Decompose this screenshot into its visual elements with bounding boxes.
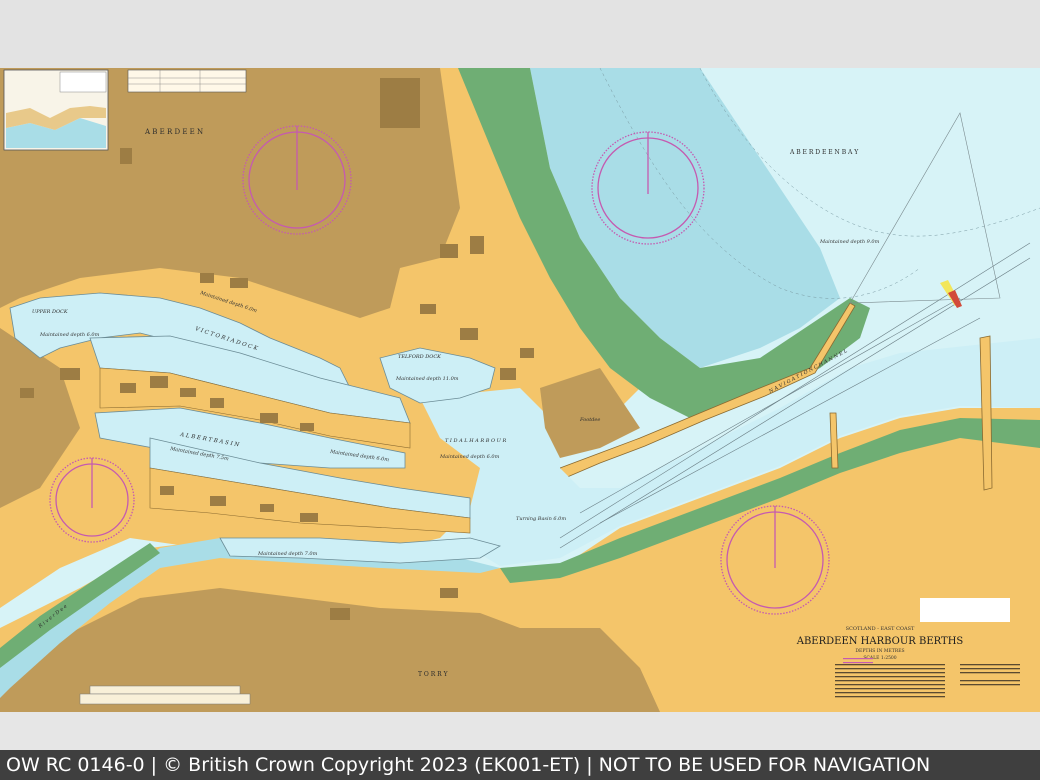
label-upper-dock: UPPER DOCK (32, 309, 68, 315)
inset-map (3, 69, 109, 151)
chart-canvas: A B E R D E E N A B E R D E E N B A Y UP… (0, 68, 1040, 712)
nautical-chart[interactable]: A B E R D E E N A B E R D E E N B A Y UP… (0, 68, 1040, 712)
label-aberdeen-bay: A B E R D E E N B A Y (789, 149, 859, 156)
title-main: ABERDEEN HARBOUR BERTHS (796, 636, 964, 647)
tide-table (127, 69, 247, 93)
depth-note-turning: Turning Basin 6.0m (516, 516, 566, 522)
viewer-toolbar-area (0, 0, 1040, 69)
title-region: SCOTLAND - EAST COAST (846, 626, 915, 632)
label-telford-dock: TELFORD DOCK (398, 354, 441, 360)
title-subtitle: DEPTHS IN METRES (855, 648, 904, 654)
label-footdee: Footdee (579, 417, 600, 423)
title-blank-panel (920, 598, 1010, 622)
depth-note-torry-quay: Maintained depth 7.0m (257, 551, 318, 557)
copyright-status-bar: OW RC 0146-0 | © British Crown Copyright… (0, 750, 1040, 780)
label-aberdeen: A B E R D E E N (144, 128, 203, 136)
viewer-margin (0, 712, 1040, 750)
depth-note-tidal: Maintained depth 6.0m (439, 454, 500, 460)
status-bar-text: OW RC 0146-0 | © British Crown Copyright… (6, 754, 931, 776)
depth-note-telford: Maintained depth 11.0m (395, 376, 459, 382)
depth-note-upper: Maintained depth 6.0m (39, 332, 100, 338)
scale-bar (79, 685, 251, 705)
label-tidal-harbour: T I D A L H A R B O U R (445, 438, 506, 444)
label-torry: T O R R Y (418, 671, 449, 678)
depth-note-bay: Maintained depth 9.0m (819, 239, 880, 245)
